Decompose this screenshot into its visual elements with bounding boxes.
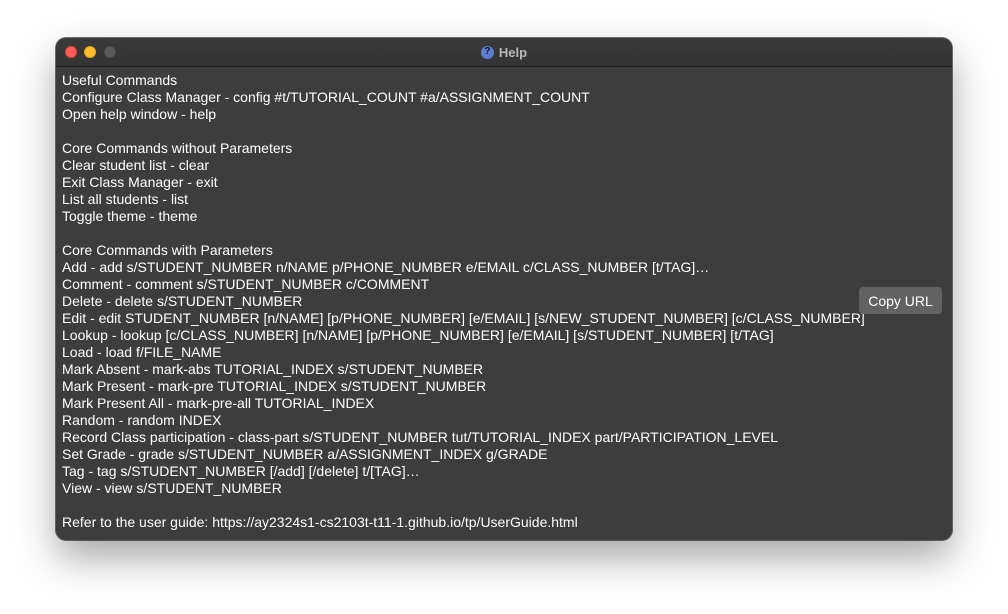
command-line: Add - add s/STUDENT_NUMBER n/NAME p/PHON… — [62, 259, 710, 275]
window-title: ? Help — [56, 38, 952, 66]
command-line: Random - random INDEX — [62, 412, 222, 428]
user-guide-link-text: Refer to the user guide: https://ay2324s… — [62, 514, 578, 530]
section-heading: Core Commands without Parameters — [62, 140, 293, 156]
section-heading: Core Commands with Parameters — [62, 242, 273, 258]
command-line: Configure Class Manager - config #t/TUTO… — [62, 89, 590, 105]
command-line: Tag - tag s/STUDENT_NUMBER [/add] [/dele… — [62, 463, 420, 479]
command-line: Lookup - lookup [c/CLASS_NUMBER] [n/NAME… — [62, 327, 774, 343]
help-icon: ? — [480, 45, 494, 59]
copy-url-button[interactable]: Copy URL — [859, 287, 942, 314]
command-line: Open help window - help — [62, 106, 217, 122]
command-line: Set Grade - grade s/STUDENT_NUMBER a/ASS… — [62, 446, 548, 462]
command-line: Exit Class Manager - exit — [62, 174, 218, 190]
help-content: Useful Commands Configure Class Manager … — [62, 72, 865, 531]
command-line: Mark Present All - mark-pre-all TUTORIAL… — [62, 395, 375, 411]
help-window: ? Help Useful Commands Configure Class M… — [56, 38, 952, 540]
command-line: List all students - list — [62, 191, 189, 207]
command-line: Record Class participation - class-part … — [62, 429, 779, 445]
title-bar: ? Help — [56, 38, 952, 67]
command-line: Load - load f/FILE_NAME — [62, 344, 222, 360]
command-line: Toggle theme - theme — [62, 208, 198, 224]
command-line: Edit - edit STUDENT_NUMBER [n/NAME] [p/P… — [62, 310, 865, 326]
section-heading: Useful Commands — [62, 72, 178, 88]
command-line: Mark Absent - mark-abs TUTORIAL_INDEX s/… — [62, 361, 484, 377]
window-title-text: Help — [498, 44, 528, 60]
command-line: Delete - delete s/STUDENT_NUMBER — [62, 293, 303, 309]
command-line: Comment - comment s/STUDENT_NUMBER c/COM… — [62, 276, 430, 292]
command-line: View - view s/STUDENT_NUMBER — [62, 480, 282, 496]
command-line: Clear student list - clear — [62, 157, 210, 173]
command-line: Mark Present - mark-pre TUTORIAL_INDEX s… — [62, 378, 487, 394]
